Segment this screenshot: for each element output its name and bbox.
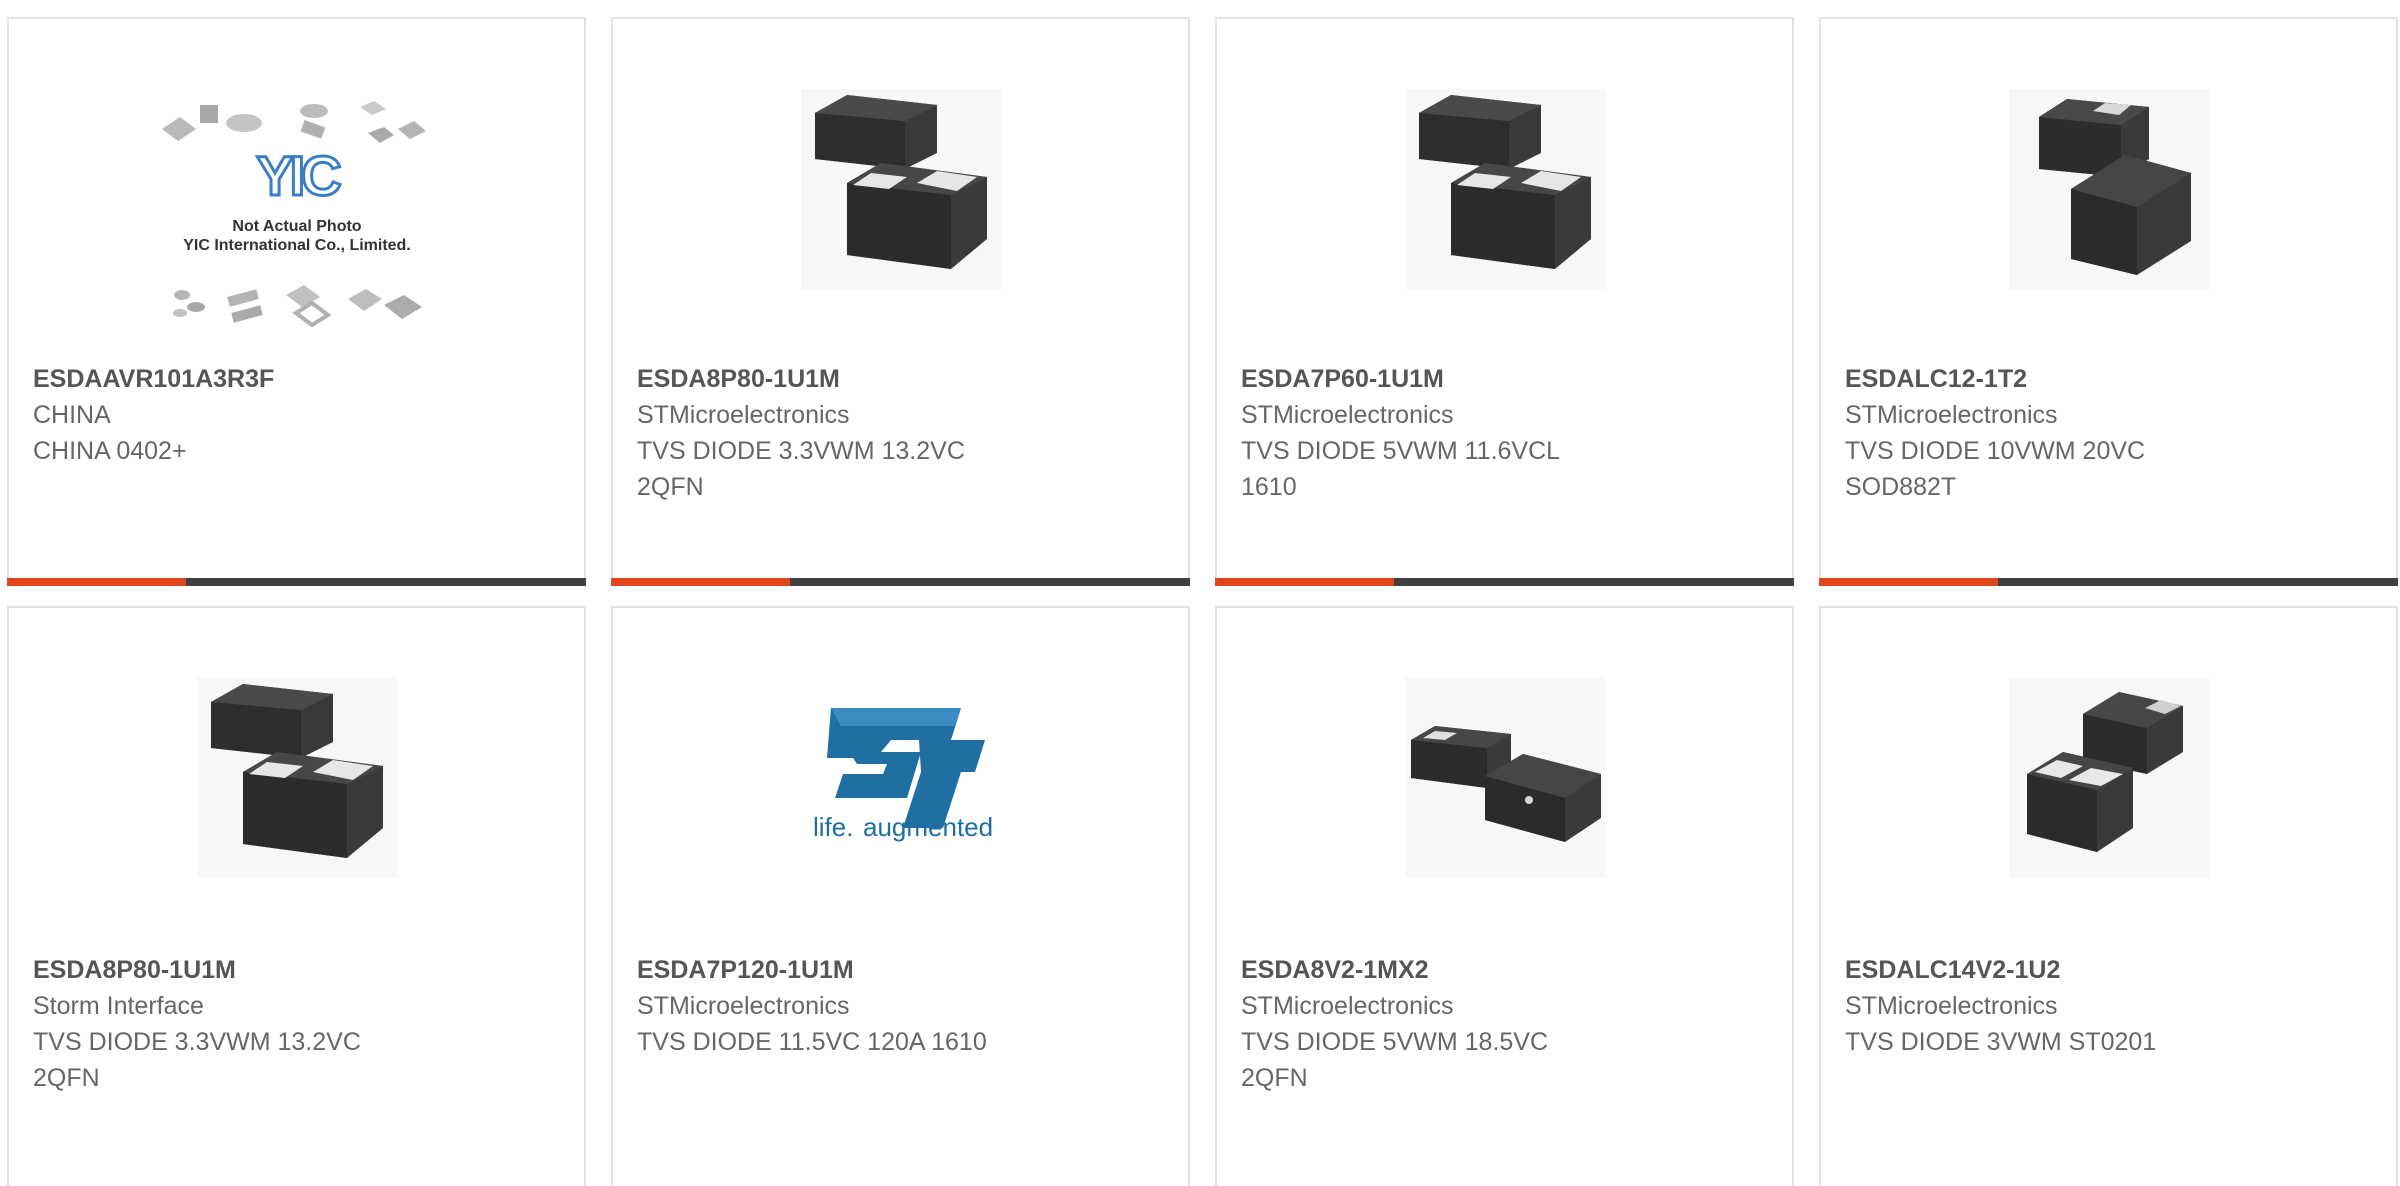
manufacturer: STMicroelectronics: [1845, 401, 2058, 429]
st-tagline: augmented: [863, 812, 993, 842]
part-number[interactable]: ESDALC12-1T2: [1845, 361, 2372, 397]
image-caption: YIC International Co., Limited.: [183, 237, 411, 254]
description-line: 2QFN: [1241, 1064, 1308, 1092]
part-number[interactable]: ESDA8P80-1U1M: [637, 361, 1164, 397]
part-number[interactable]: ESDAAVR101A3R3F: [33, 361, 560, 397]
chip-image: [2008, 678, 2209, 878]
manufacturer: Storm Interface: [33, 992, 204, 1020]
part-number[interactable]: ESDA8V2-1MX2: [1241, 952, 1768, 988]
product-card[interactable]: ESDA7P60-1U1M STMicroelectronics TVS DIO…: [1215, 17, 1794, 586]
description-line: TVS DIODE 5VWM 11.6VCL: [1241, 437, 1561, 465]
card-hover-bar-accent: [611, 578, 791, 586]
product-card[interactable]: life. augmented ESDA7P120-1U1M STMicroel…: [611, 606, 1190, 1186]
st-tagline: life.: [813, 812, 853, 842]
product-info: ESDA8P80-1U1M STMicroelectronics TVS DIO…: [637, 361, 1164, 505]
description-line: TVS DIODE 3.3VWM 13.2VC: [637, 437, 965, 465]
card-hover-bar: [1819, 578, 2398, 586]
part-number[interactable]: ESDA8P80-1U1M: [33, 952, 560, 988]
card-hover-bar-accent: [1819, 578, 1999, 586]
description-line: TVS DIODE 10VWM 20VC: [1845, 437, 2146, 465]
product-card[interactable]: ESDALC14V2-1U2 STMicroelectronics TVS DI…: [1819, 606, 2398, 1186]
st-logo-image: life. augmented: [813, 708, 993, 842]
chip-image: [196, 678, 397, 878]
yic-logo-text: YIC: [256, 144, 340, 207]
manufacturer: STMicroelectronics: [1241, 992, 1454, 1020]
product-card[interactable]: YIC Not Actual Photo YIC International C…: [7, 17, 586, 586]
part-number[interactable]: ESDA7P120-1U1M: [637, 952, 1164, 988]
product-info: ESDALC14V2-1U2 STMicroelectronics TVS DI…: [1845, 952, 2372, 1060]
product-info: ESDA8V2-1MX2 STMicroelectronics TVS DIOD…: [1241, 952, 1768, 1096]
product-card[interactable]: ESDA8V2-1MX2 STMicroelectronics TVS DIOD…: [1215, 606, 1794, 1186]
part-number[interactable]: ESDALC14V2-1U2: [1845, 952, 2372, 988]
card-hover-bar: [1215, 578, 1794, 586]
card-hover-bar-accent: [7, 578, 187, 586]
product-info: ESDALC12-1T2 STMicroelectronics TVS DIOD…: [1845, 361, 2372, 505]
description-line: 2QFN: [33, 1064, 100, 1092]
product-image: YIC Not Actual Photo YIC International C…: [161, 101, 426, 328]
description-line: TVS DIODE 5VWM 18.5VC: [1241, 1028, 1549, 1056]
description-line: TVS DIODE 11.5VC 120A 1610: [637, 1028, 987, 1056]
product-grid: YIC Not Actual Photo YIC International C…: [0, 0, 2400, 1186]
description-line: 1610: [1241, 473, 1297, 501]
chip-image: [1404, 678, 1605, 878]
card-hover-bar: [7, 578, 586, 586]
image-caption: Not Actual Photo: [232, 218, 361, 235]
manufacturer: CHINA: [33, 401, 111, 429]
product-card[interactable]: ESDA8P80-1U1M STMicroelectronics TVS DIO…: [611, 17, 1190, 586]
product-info: ESDA8P80-1U1M Storm Interface TVS DIODE …: [33, 952, 560, 1096]
product-card[interactable]: ESDA8P80-1U1M Storm Interface TVS DIODE …: [7, 606, 586, 1186]
manufacturer: STMicroelectronics: [637, 401, 850, 429]
chip-image: [1404, 89, 1605, 289]
product-card[interactable]: ESDALC12-1T2 STMicroelectronics TVS DIOD…: [1819, 17, 2398, 586]
description-line: TVS DIODE 3.3VWM 13.2VC: [33, 1028, 361, 1056]
product-info: ESDAAVR101A3R3F CHINA CHINA 0402+: [33, 361, 560, 469]
product-info: ESDA7P60-1U1M STMicroelectronics TVS DIO…: [1241, 361, 1768, 505]
card-hover-bar-accent: [1215, 578, 1395, 586]
manufacturer: STMicroelectronics: [1845, 992, 2058, 1020]
card-hover-bar: [611, 578, 1190, 586]
description-line: SOD882T: [1845, 473, 1957, 501]
manufacturer: STMicroelectronics: [1241, 401, 1454, 429]
description-line: CHINA 0402+: [33, 437, 187, 465]
description-line: 2QFN: [637, 473, 704, 501]
product-info: ESDA7P120-1U1M STMicroelectronics TVS DI…: [637, 952, 1164, 1060]
part-number[interactable]: ESDA7P60-1U1M: [1241, 361, 1768, 397]
description-line: TVS DIODE 3VWM ST0201: [1845, 1028, 2157, 1056]
manufacturer: STMicroelectronics: [637, 992, 850, 1020]
chip-image: [800, 89, 1001, 289]
chip-image: [2008, 89, 2209, 289]
